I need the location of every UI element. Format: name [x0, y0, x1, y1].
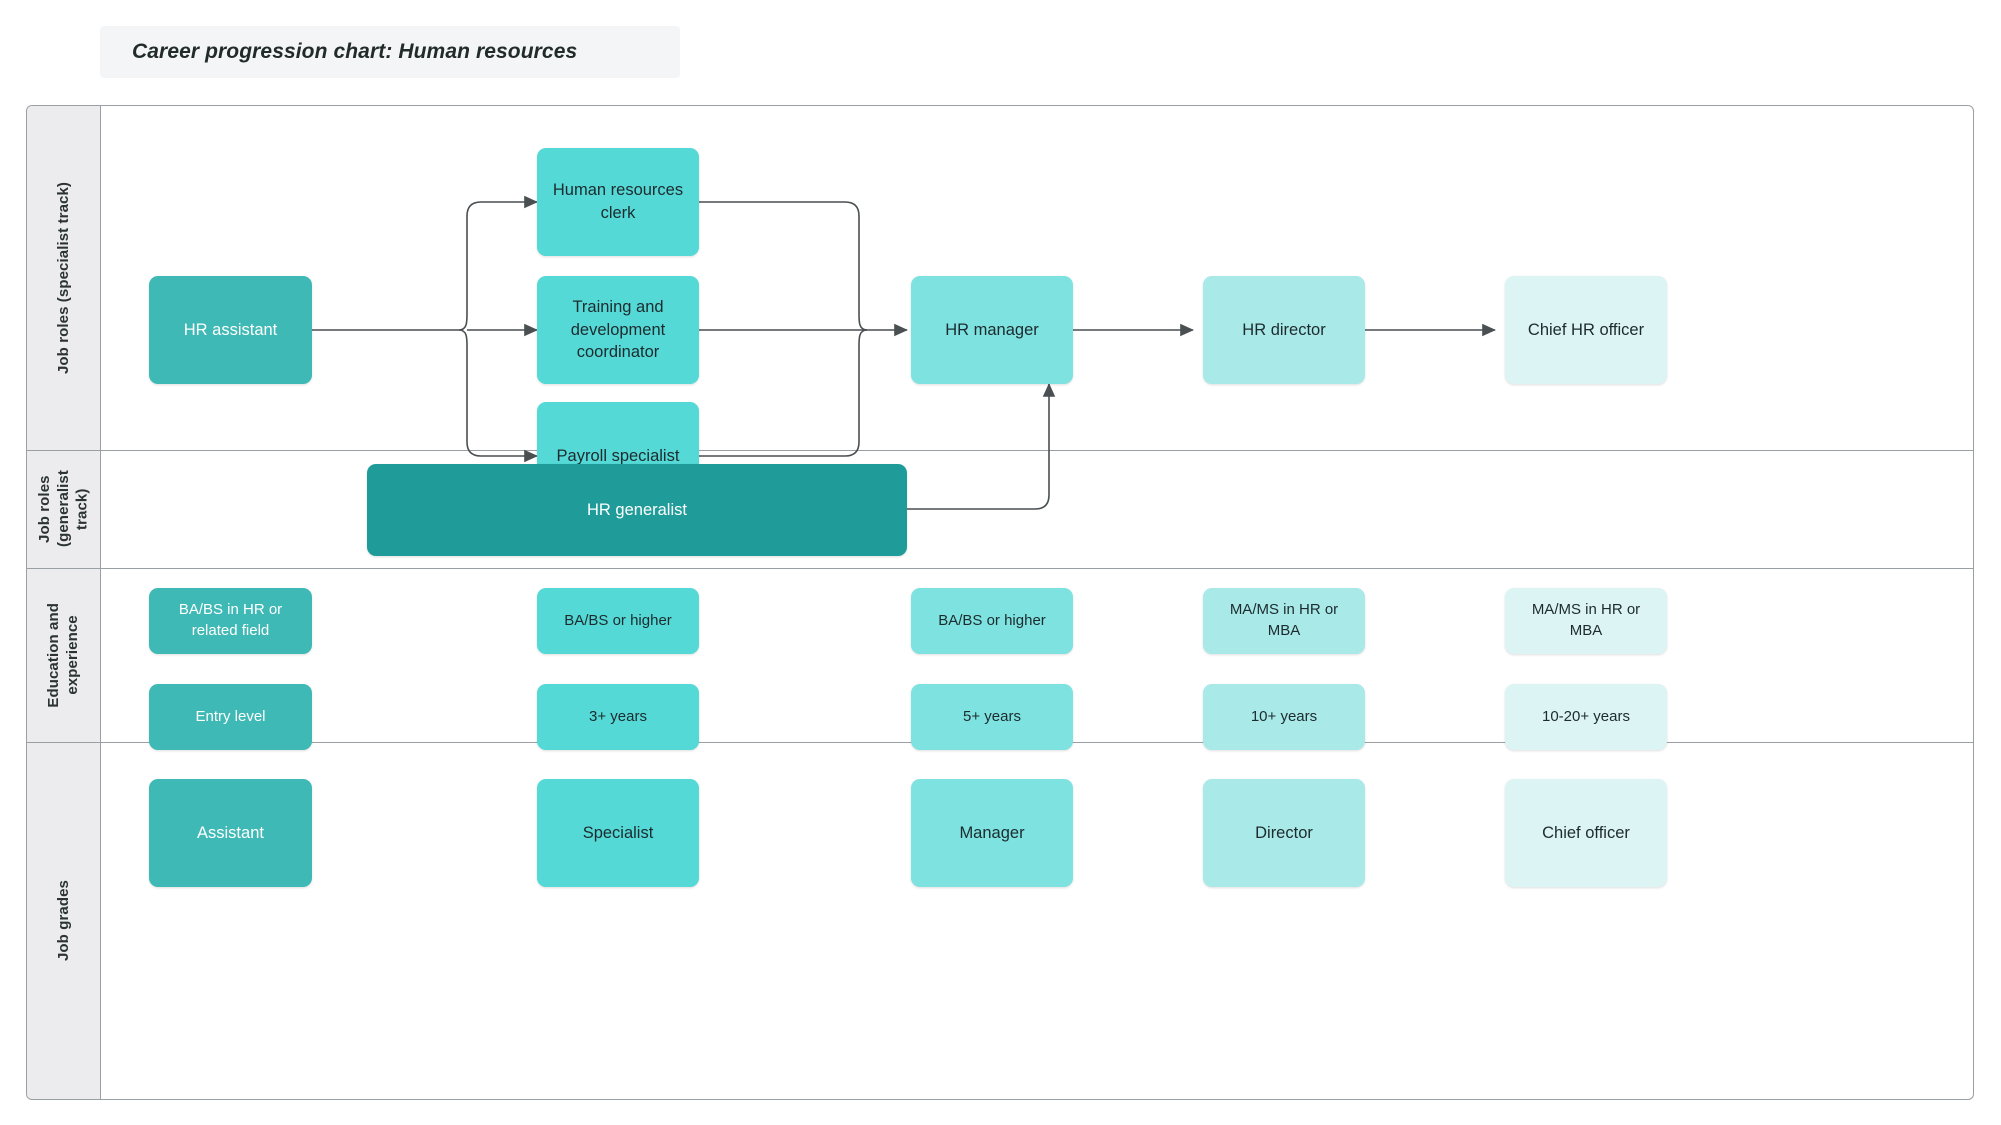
- grade-chief-officer[interactable]: Chief officer: [1505, 779, 1667, 887]
- node-hr-clerk[interactable]: Human resources clerk: [537, 148, 699, 256]
- node-hr-director-label: HR director: [1242, 320, 1326, 339]
- edu-degree-col-3[interactable]: BA/BS or higher: [911, 588, 1073, 654]
- edu-years-col-4-label: 10+ years: [1250, 707, 1318, 725]
- row-label-specialist: Job roles (specialist track): [27, 106, 101, 450]
- row-label-education: Education and experience: [27, 568, 101, 742]
- node-hr-generalist-label: HR generalist: [587, 500, 687, 519]
- node-training-coordinator-label: Training and development coordinator: [570, 297, 666, 362]
- node-hr-assistant-label: HR assistant: [183, 320, 278, 339]
- grade-manager-label: Manager: [959, 823, 1025, 842]
- row-label-grades-text: Job grades: [54, 880, 72, 962]
- edu-degree-col-2[interactable]: BA/BS or higher: [537, 588, 699, 654]
- grade-manager[interactable]: Manager: [911, 779, 1073, 887]
- edu-years-col-2[interactable]: 3+ years: [537, 684, 699, 750]
- page-title: Career progression chart: Human resource…: [132, 40, 578, 63]
- edu-degree-col-5[interactable]: MA/MS in HR or MBA: [1505, 588, 1667, 654]
- edu-degree-col-1-label: BA/BS in HR or related field: [178, 601, 283, 639]
- link-assistant-to-clerk: [458, 195, 538, 331]
- edu-degree-col-4-label: MA/MS in HR or MBA: [1229, 601, 1339, 639]
- grade-director[interactable]: Director: [1203, 779, 1365, 887]
- node-hr-manager-label: HR manager: [945, 320, 1039, 339]
- edu-years-col-1-label: Entry level: [195, 707, 266, 725]
- edu-years-col-4[interactable]: 10+ years: [1203, 684, 1365, 750]
- edu-degree-col-1[interactable]: BA/BS in HR or related field: [149, 588, 312, 654]
- link-assistant-to-payroll: [458, 329, 538, 463]
- row-label-specialist-text: Job roles (specialist track): [54, 181, 72, 375]
- node-hr-clerk-label: Human resources clerk: [552, 181, 684, 222]
- node-hr-assistant[interactable]: HR assistant: [149, 276, 312, 384]
- edu-degree-col-3-label: BA/BS or higher: [938, 611, 1046, 629]
- grade-specialist-label: Specialist: [582, 823, 654, 842]
- edu-years-col-5-label: 10-20+ years: [1542, 707, 1630, 725]
- node-hr-director[interactable]: HR director: [1203, 276, 1365, 384]
- chart-frame: Job roles (specialist track) Job roles (…: [26, 105, 1974, 1100]
- row-label-generalist-text: Job roles (generalist track): [35, 470, 91, 548]
- grade-chief-officer-label: Chief officer: [1542, 823, 1630, 842]
- grade-specialist[interactable]: Specialist: [537, 779, 699, 887]
- node-hr-manager[interactable]: HR manager: [911, 276, 1073, 384]
- grade-assistant-label: Assistant: [197, 823, 264, 842]
- row-label-generalist: Job roles (generalist track): [27, 450, 101, 568]
- node-chief-hr-officer[interactable]: Chief HR officer: [1505, 276, 1667, 384]
- edu-years-col-3-label: 5+ years: [963, 707, 1021, 725]
- grade-director-label: Director: [1255, 823, 1313, 842]
- grade-assistant[interactable]: Assistant: [149, 779, 312, 887]
- node-training-coordinator[interactable]: Training and development coordinator: [537, 276, 699, 384]
- edu-years-col-5[interactable]: 10-20+ years: [1505, 684, 1667, 750]
- link-generalist-to-manager: [907, 383, 1056, 510]
- node-chief-hr-officer-label: Chief HR officer: [1527, 320, 1645, 339]
- edu-years-col-2-label: 3+ years: [589, 707, 647, 725]
- node-hr-generalist[interactable]: HR generalist: [367, 464, 907, 556]
- row-label-grades: Job grades: [27, 742, 101, 1100]
- edu-degree-col-4[interactable]: MA/MS in HR or MBA: [1203, 588, 1365, 654]
- edu-years-col-1[interactable]: Entry level: [149, 684, 312, 750]
- row-divider-generalist: [27, 568, 1973, 569]
- row-divider-specialist: [27, 450, 1973, 451]
- edu-years-col-3[interactable]: 5+ years: [911, 684, 1073, 750]
- edu-degree-col-2-label: BA/BS or higher: [564, 611, 672, 629]
- row-label-education-text: Education and experience: [45, 602, 81, 708]
- edu-degree-col-5-label: MA/MS in HR or MBA: [1531, 601, 1641, 639]
- chart-title-bar: Career progression chart: Human resource…: [100, 26, 680, 78]
